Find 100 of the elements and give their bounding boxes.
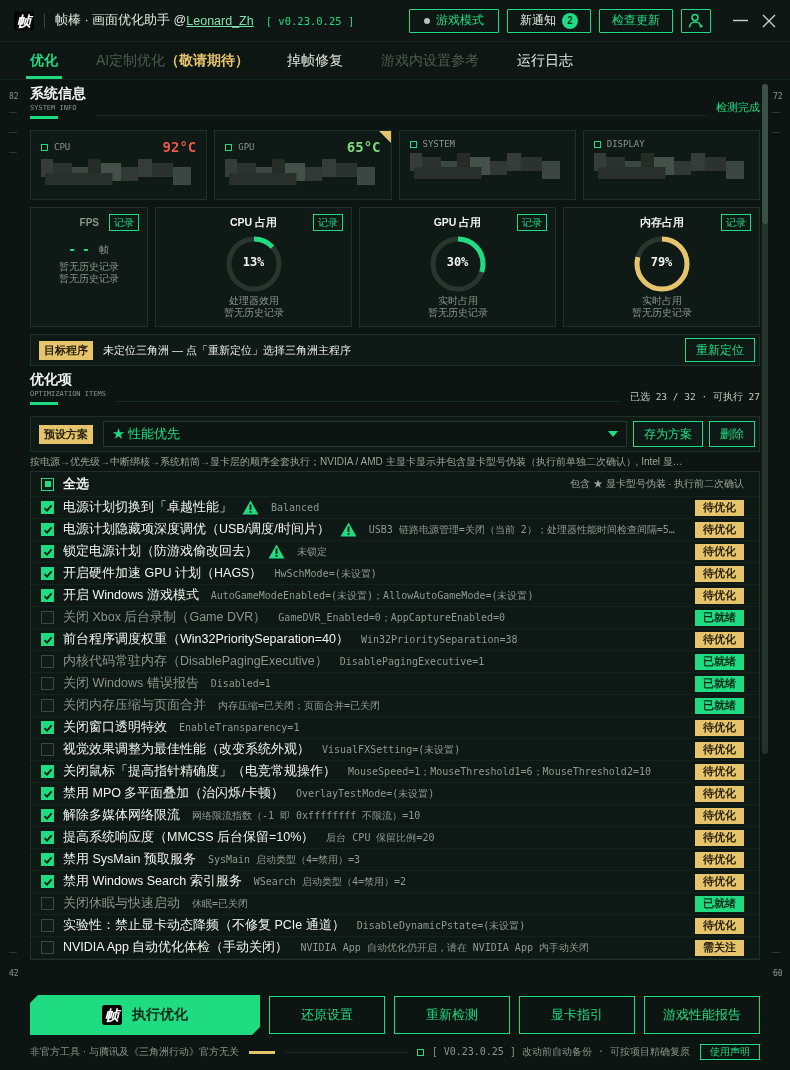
checkbox[interactable] bbox=[41, 501, 54, 514]
section-title: 优化项 bbox=[30, 371, 73, 389]
item-label[interactable]: 禁用 Windows Search 索引服务 bbox=[63, 873, 242, 890]
card-label: CPU bbox=[54, 142, 71, 152]
check-update-button[interactable]: 检查更新 bbox=[599, 8, 673, 33]
checkbox[interactable] bbox=[41, 897, 54, 910]
checkbox[interactable] bbox=[41, 919, 54, 932]
metric-note: 实时占用 bbox=[437, 295, 478, 307]
action-button[interactable]: 还原设置 bbox=[269, 996, 385, 1034]
usage-reading: 13% bbox=[241, 255, 266, 269]
select-all-label[interactable]: 全选 bbox=[63, 475, 89, 493]
checkbox[interactable] bbox=[41, 787, 54, 800]
record-button[interactable]: 记录 bbox=[721, 214, 751, 231]
item-label[interactable]: 锁定电源计划（防游戏偷改回去） bbox=[63, 543, 258, 560]
action-button[interactable]: 重新检测 bbox=[394, 996, 510, 1034]
item-label[interactable]: 关闭 Xbox 后台录制（Game DVR） bbox=[63, 609, 267, 626]
item-label[interactable]: 禁用 SysMain 预取服务 bbox=[63, 851, 196, 868]
checkbox[interactable] bbox=[41, 941, 54, 954]
checkbox[interactable] bbox=[41, 765, 54, 778]
item-detail: 休眠=已关闭 bbox=[192, 896, 249, 911]
save-preset-button[interactable]: 存为方案 bbox=[633, 421, 703, 447]
scrollbar[interactable] bbox=[762, 84, 768, 754]
item-label[interactable]: 实验性：禁止显卡动态降频（不修复 PCIe 通道） bbox=[63, 917, 345, 934]
action-button[interactable]: 显卡指引 bbox=[519, 996, 635, 1034]
run-optimization-button[interactable]: 帧 执行优化 bbox=[30, 995, 260, 1035]
item-label[interactable]: 解除多媒体网络限流 bbox=[63, 807, 180, 824]
item-detail: AutoGameModeEnabled=(未设置)；AllowAutoGameMode=(未设置) bbox=[210, 588, 534, 603]
record-button[interactable]: 记录 bbox=[517, 214, 547, 231]
checkbox[interactable] bbox=[41, 633, 54, 646]
status-badge: 待优化 bbox=[695, 587, 744, 604]
square-icon bbox=[593, 140, 601, 148]
item-detail: OverlayTestMode=(未设置) bbox=[295, 786, 435, 801]
checkbox[interactable] bbox=[41, 743, 54, 756]
item-label[interactable]: 提高系统响应度（MMCSS 后台保留=10%） bbox=[63, 829, 315, 846]
hint-text: 包含 ★ 显卡型号伪装 · 执行前二次确认 bbox=[570, 477, 744, 491]
user-button[interactable] bbox=[681, 8, 711, 33]
checkbox[interactable] bbox=[41, 831, 54, 844]
temperature-reading: 65°C bbox=[346, 139, 381, 155]
item-label[interactable]: 关闭休眠与快速启动 bbox=[63, 895, 180, 912]
square-icon bbox=[409, 140, 417, 148]
square-icon bbox=[416, 1048, 424, 1056]
checkbox[interactable] bbox=[41, 567, 54, 580]
item-label[interactable]: NVIDIA App 自动优化体检（手动关闭） bbox=[63, 939, 289, 956]
tab[interactable]: 掉帧修复 bbox=[287, 42, 344, 79]
status-badge: 待优化 bbox=[695, 741, 744, 758]
item-label[interactable]: 关闭鼠标「提高指针精确度」（电竞常规操作） bbox=[63, 763, 336, 780]
card-label: SYSTEM bbox=[422, 139, 455, 149]
ruler-number: 60 bbox=[773, 969, 783, 978]
author-link[interactable]: Leonard_Zh bbox=[186, 13, 254, 28]
item-detail: 后台 CPU 保留比例=20 bbox=[326, 830, 435, 845]
metric-note: 实时占用 bbox=[641, 295, 682, 307]
close-icon[interactable] bbox=[762, 13, 776, 28]
item-detail: DisableDynamicPstate=(未设置) bbox=[356, 918, 526, 933]
checkbox[interactable] bbox=[41, 589, 54, 602]
item-label[interactable]: 关闭内存压缩与页面合并 bbox=[63, 697, 206, 714]
metric-note: 暂无历史记录 bbox=[427, 307, 488, 319]
status-badge: 已就绪 bbox=[695, 675, 744, 692]
status-badge: 已就绪 bbox=[695, 653, 744, 670]
action-button[interactable]: 游戏性能报告 bbox=[644, 996, 760, 1034]
item-label[interactable]: 视觉效果调整为最佳性能（改变系统外观） bbox=[63, 741, 310, 758]
checkbox[interactable] bbox=[41, 853, 54, 866]
target-label: 目标程序 bbox=[39, 340, 93, 360]
relocate-button[interactable]: 重新定位 bbox=[685, 338, 755, 362]
item-label[interactable]: 电源计划隐藏项深度调优（USB/调度/时间片） bbox=[63, 521, 330, 538]
item-detail: 内存压缩=已关闭；页面合并=已关闭 bbox=[218, 698, 381, 713]
checkbox[interactable] bbox=[41, 809, 54, 822]
checkbox[interactable] bbox=[41, 611, 54, 624]
checkbox[interactable] bbox=[41, 677, 54, 690]
record-button[interactable]: 记录 bbox=[109, 214, 139, 231]
status-badge: 待优化 bbox=[695, 807, 744, 824]
notification-button[interactable]: 新通知 2 bbox=[507, 8, 591, 33]
checkbox[interactable] bbox=[41, 875, 54, 888]
game-mode-button[interactable]: 游戏模式 bbox=[409, 8, 499, 33]
item-label[interactable]: 关闭窗口透明特效 bbox=[63, 719, 167, 736]
preset-label: 预设方案 bbox=[39, 424, 93, 444]
item-label[interactable]: 电源计划切换到「卓越性能」 bbox=[63, 499, 232, 516]
item-label[interactable]: 内核代码常驻内存（DisablePagingExecutive） bbox=[63, 653, 328, 670]
status-badge: 已就绪 bbox=[695, 895, 744, 912]
checkbox[interactable] bbox=[41, 523, 54, 536]
checkbox[interactable] bbox=[41, 655, 54, 668]
item-label[interactable]: 开启硬件加速 GPU 计划（HAGS） bbox=[63, 565, 263, 582]
usage-reading: 79% bbox=[649, 255, 674, 269]
item-label[interactable]: 禁用 MPO 多平面叠加（治闪烁/卡顿） bbox=[63, 785, 284, 802]
item-label[interactable]: 开启 Windows 游戏模式 bbox=[63, 587, 199, 604]
checkbox[interactable] bbox=[41, 477, 54, 491]
status-badge: 待优化 bbox=[695, 499, 744, 516]
checkbox[interactable] bbox=[41, 545, 54, 558]
checkbox[interactable] bbox=[41, 699, 54, 712]
tab[interactable]: 运行日志 bbox=[517, 42, 574, 79]
record-button[interactable]: 记录 bbox=[313, 214, 343, 231]
item-label[interactable]: 前台程序调度权重（Win32PrioritySeparation=40） bbox=[63, 631, 349, 648]
delete-button[interactable]: 删除 bbox=[709, 421, 755, 447]
target-message: 未定位三角洲 — 点「重新定位」选择三角洲主程序 bbox=[103, 342, 352, 358]
checkbox[interactable] bbox=[41, 721, 54, 734]
status-badge: 待优化 bbox=[695, 829, 744, 846]
preset-dropdown[interactable]: ★ 性能优先 bbox=[103, 421, 627, 447]
notice-button[interactable]: 使用声明 bbox=[700, 1044, 760, 1060]
item-label[interactable]: 关闭 Windows 错误报告 bbox=[63, 675, 199, 692]
count-badge: 2 bbox=[562, 12, 578, 29]
item-detail: HwSchMode=(未设置) bbox=[274, 566, 377, 581]
